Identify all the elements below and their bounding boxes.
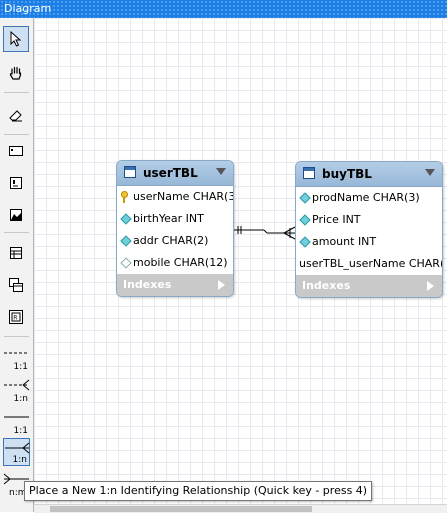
column-row[interactable]: mobile CHAR(12) <box>117 252 233 274</box>
rel-identifying-1-1-button[interactable]: 1:1 <box>3 408 30 436</box>
table-name: userTBL <box>143 166 198 180</box>
rel-non-identifying-1-n-button[interactable]: 1:n <box>3 376 30 404</box>
layer-icon <box>9 146 23 156</box>
column-row[interactable]: prodName CHAR(3) <box>296 187 442 209</box>
column-label: amount INT <box>312 235 377 248</box>
table-icon <box>124 166 136 178</box>
indexes-section[interactable]: Indexes <box>117 274 233 296</box>
column-row[interactable]: userTBL_userName CHAR(3) <box>296 253 442 275</box>
view-icon <box>9 278 23 292</box>
indexes-label: Indexes <box>302 279 351 292</box>
layer-tool-button[interactable] <box>3 138 29 164</box>
table-header[interactable]: buyTBL <box>296 162 442 187</box>
indexes-section[interactable]: Indexes <box>296 275 442 297</box>
table-icon <box>303 167 315 179</box>
table-tool-button[interactable] <box>3 240 29 266</box>
column-label: mobile CHAR(12) <box>133 256 228 269</box>
collapse-arrow-icon[interactable] <box>216 168 226 175</box>
note-tool-button[interactable] <box>3 170 29 196</box>
indexes-label: Indexes <box>123 278 172 291</box>
relationship-1-1-icon <box>4 352 29 354</box>
tooltip: Place a New 1:n Identifying Relationship… <box>24 481 373 501</box>
table-buytbl[interactable]: buyTBL prodName CHAR(3) Price INT amount… <box>295 161 443 298</box>
window-title: Diagram <box>4 2 52 15</box>
relationship-identifying-1-1-icon <box>4 416 29 418</box>
diagram-toolbar: R 1:1 1:n 1:1 1:n n:m <box>0 18 34 512</box>
column-label: Price INT <box>312 213 361 226</box>
column-row[interactable]: userName CHAR(3) <box>117 186 233 208</box>
column-row[interactable]: amount INT <box>296 231 442 253</box>
diagram-title-bar: Diagram <box>0 0 447 18</box>
column-row[interactable]: addr CHAR(2) <box>117 230 233 252</box>
column-diamond-icon <box>120 235 132 247</box>
pointer-tool-button[interactable] <box>3 26 29 52</box>
column-row[interactable]: birthYear INT <box>117 208 233 230</box>
table-header[interactable]: userTBL <box>117 161 233 186</box>
pointer-icon <box>10 31 22 47</box>
image-icon <box>10 209 22 221</box>
relationship-1-n-icon <box>4 379 30 391</box>
rel-label: 1:1 <box>13 426 28 436</box>
hand-tool-button[interactable] <box>3 60 29 86</box>
rel-label: 1:n <box>12 455 27 465</box>
eraser-icon <box>9 110 22 122</box>
collapse-arrow-icon[interactable] <box>425 169 435 176</box>
column-diamond-icon <box>299 236 311 248</box>
rel-identifying-1-n-button[interactable]: 1:n <box>3 438 30 466</box>
table-icon <box>10 247 22 259</box>
relationship-identifying-1-n-icon <box>5 442 30 454</box>
table-name: buyTBL <box>322 167 372 181</box>
image-tool-button[interactable] <box>3 202 29 228</box>
column-diamond-icon <box>120 213 132 225</box>
hand-icon <box>9 66 22 80</box>
routine-group-icon: R <box>9 310 23 324</box>
table-usertbl[interactable]: userTBL userName CHAR(3) birthYear INT a… <box>116 160 234 297</box>
column-diamond-icon <box>299 192 311 204</box>
eraser-tool-button[interactable] <box>3 102 29 128</box>
column-label: birthYear INT <box>133 212 204 225</box>
rel-label: 1:n <box>13 394 28 404</box>
column-label: prodName CHAR(3) <box>312 191 420 204</box>
column-label: addr CHAR(2) <box>133 234 209 247</box>
svg-text:R: R <box>13 315 17 322</box>
column-label: userName CHAR(3) <box>133 190 234 203</box>
column-row[interactable]: Price INT <box>296 209 442 231</box>
rel-label: 1:1 <box>13 362 28 372</box>
scrollbar-thumb[interactable] <box>50 506 312 512</box>
expand-arrow-icon[interactable] <box>427 281 434 291</box>
expand-arrow-icon[interactable] <box>218 280 225 290</box>
note-icon <box>10 177 22 189</box>
view-tool-button[interactable] <box>3 272 29 298</box>
routine-group-tool-button[interactable]: R <box>3 304 29 330</box>
column-label: userTBL_userName CHAR(3) <box>299 257 443 270</box>
nullable-diamond-icon <box>120 257 132 269</box>
primary-key-icon <box>121 191 128 203</box>
rel-non-identifying-1-1-button[interactable]: 1:1 <box>3 344 30 372</box>
column-diamond-icon <box>299 214 311 226</box>
